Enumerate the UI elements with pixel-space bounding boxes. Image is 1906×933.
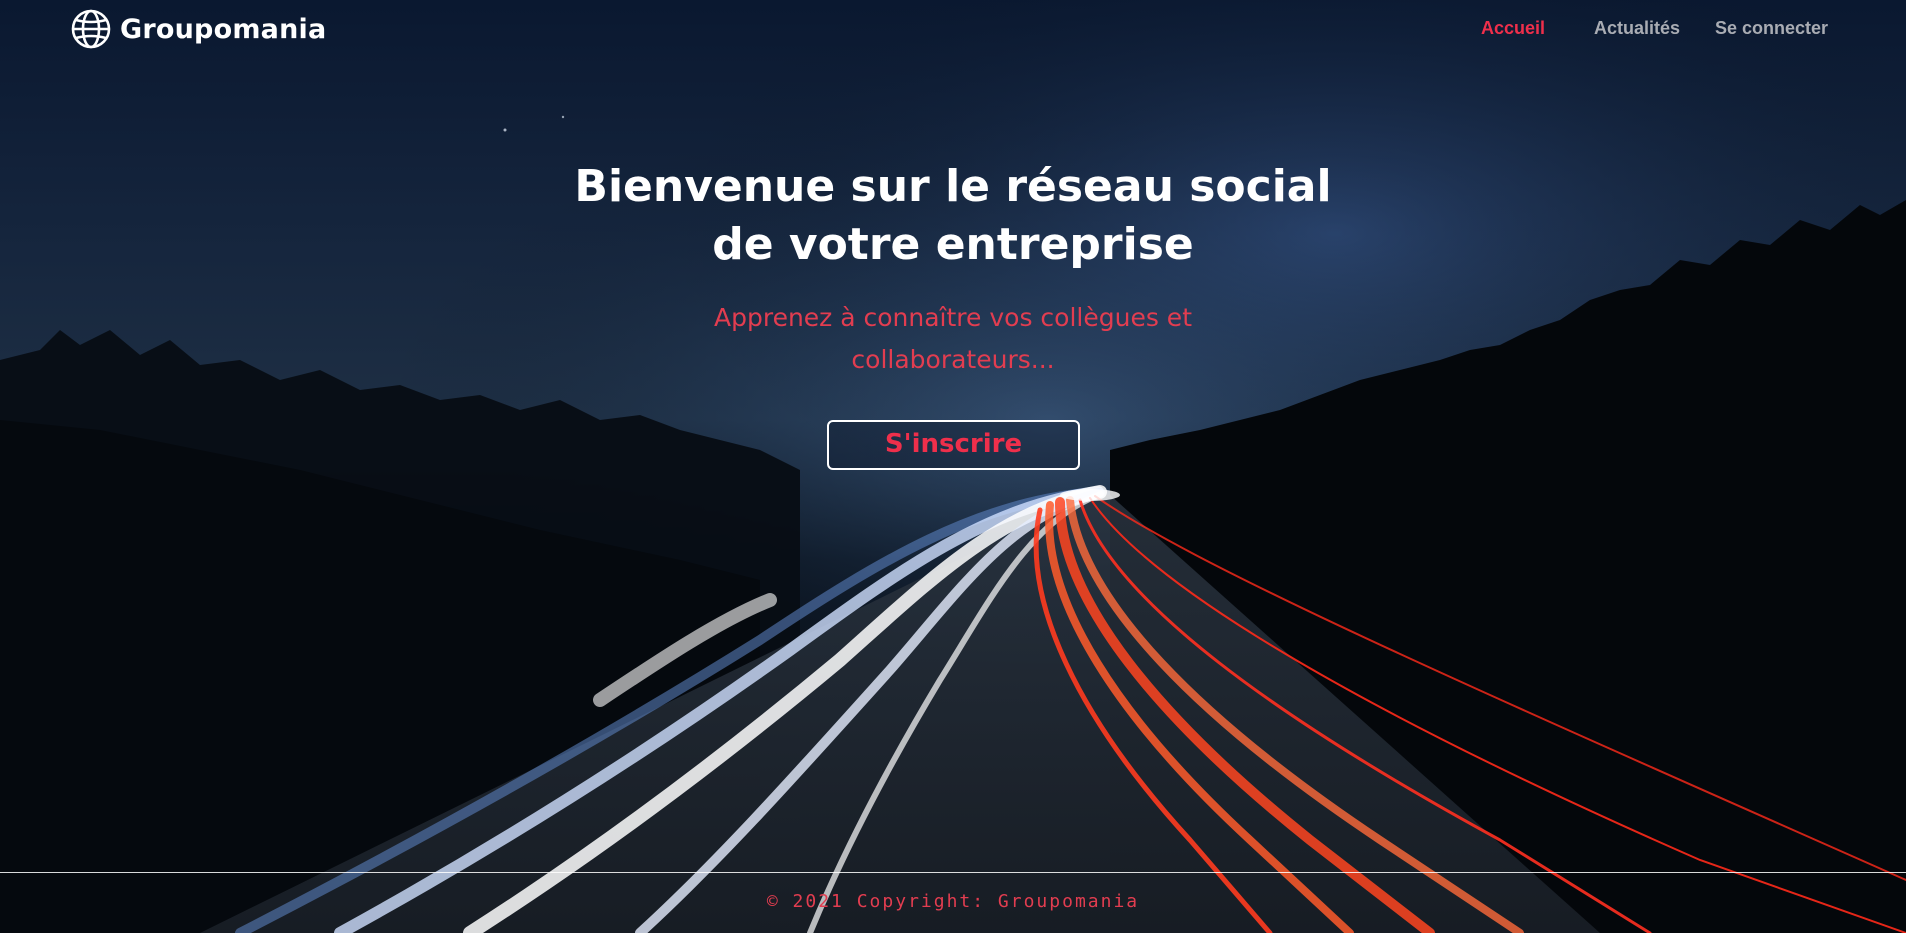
- footer-copyright: © 2021 Copyright: Groupomania: [766, 891, 1140, 912]
- signup-button[interactable]: S'inscrire: [827, 420, 1080, 470]
- hero-subtitle-line-2: collaborateurs...: [851, 345, 1055, 374]
- hero-subtitle-line-1: Apprenez à connaître vos collègues et: [714, 303, 1192, 332]
- navbar: Groupomania Accueil Actualités Se connec…: [0, 0, 1906, 60]
- hero-title-line-2: de votre entreprise: [712, 219, 1194, 270]
- hero-title: Bienvenue sur le réseau social de votre …: [553, 158, 1353, 274]
- nav-link-accueil[interactable]: Accueil: [1481, 18, 1545, 39]
- main-nav: Accueil Actualités Se connecter: [0, 18, 1906, 44]
- footer-divider: [0, 872, 1906, 873]
- landing-page: Groupomania Accueil Actualités Se connec…: [0, 0, 1906, 933]
- hero-title-line-1: Bienvenue sur le réseau social: [574, 161, 1332, 212]
- hero-subtitle: Apprenez à connaître vos collègues et co…: [653, 297, 1253, 381]
- nav-link-se-connecter[interactable]: Se connecter: [1715, 18, 1828, 39]
- nav-link-actualites[interactable]: Actualités: [1594, 18, 1680, 39]
